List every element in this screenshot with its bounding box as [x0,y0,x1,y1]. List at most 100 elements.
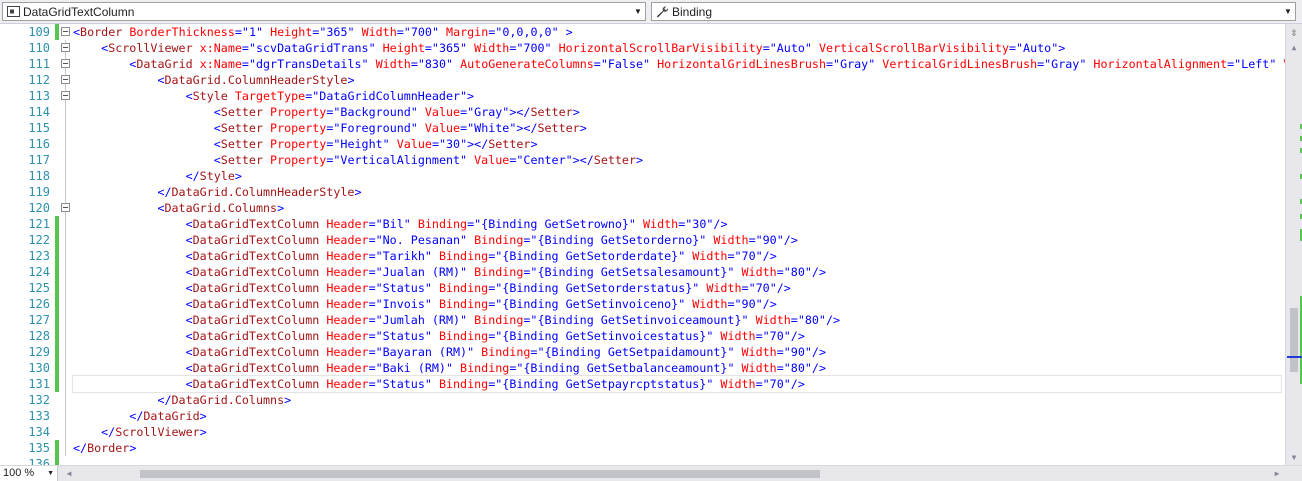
type-selector-dropdown[interactable]: DataGridTextColumn ▼ [2,2,646,21]
zoom-dropdown[interactable]: 100 % ▼ [0,466,58,481]
scroll-down-icon[interactable]: ▼ [1286,451,1302,465]
outline-guide [65,296,66,312]
code-editor[interactable]: 109 <Border BorderThickness="1" Height="3… [0,24,1285,465]
vertical-scrollbar[interactable]: ⇳ ▲ ▼ [1285,24,1302,465]
code-line[interactable]: 131 <DataGridTextColumn Header="Status" … [0,375,1285,393]
split-window-icon[interactable]: ⇳ [1286,24,1302,40]
markup-token: ="No. Pesanan" [368,233,468,247]
zoom-level: 100 % [3,467,35,479]
markup-token: </ [73,441,88,455]
outline-guide [65,440,66,456]
attribute-name-token: Binding [431,249,489,263]
vertical-scroll-thumb[interactable] [1290,308,1298,372]
line-number: 123 [28,249,50,263]
scroll-left-icon[interactable]: ◀ [62,466,76,481]
code-text: </DataGrid.ColumnHeaderStyle> [73,184,361,200]
code-line[interactable]: 113 <Style TargetType="DataGridColumnHea… [0,88,1285,104]
code-line[interactable]: 110 <ScrollViewer x:Name="scvDataGridTra… [0,40,1285,56]
horizontal-scroll-thumb[interactable] [140,470,820,478]
code-line[interactable]: 116 <Setter Property="Height" Value="30"… [0,136,1285,152]
code-text: </DataGrid.Columns> [73,392,291,408]
code-line[interactable]: 124 <DataGridTextColumn Header="Jualan (… [0,264,1285,280]
change-indicator [55,360,59,376]
code-line[interactable]: 111 <DataGrid x:Name="dgrTransDetails" W… [0,56,1285,72]
collapse-icon[interactable] [61,75,70,84]
markup-token: ="Center"></ [509,153,594,167]
code-text: <DataGridTextColumn Header="Jualan (RM)"… [73,264,826,280]
collapse-icon[interactable] [61,203,70,212]
code-line[interactable]: 115 <Setter Property="Foreground" Value=… [0,120,1285,136]
scroll-right-icon[interactable]: ▶ [1270,466,1284,481]
code-line[interactable]: 109 <Border BorderThickness="1" Height="3… [0,24,1285,40]
attribute-name-token: Margin [439,25,489,39]
code-line[interactable]: 121 <DataGridTextColumn Header="Bil" Bin… [0,216,1285,232]
outline-guide [65,312,66,328]
collapse-icon[interactable] [61,91,70,100]
element-name-token: Setter [488,137,531,151]
code-line[interactable]: 122 <DataGridTextColumn Header="No. Pesa… [0,232,1285,248]
code-line[interactable]: 123 <DataGridTextColumn Header="Tarikh" … [0,248,1285,264]
code-line[interactable]: 134 </ScrollViewer> [0,424,1285,440]
code-line[interactable]: 129 <DataGridTextColumn Header="Bayaran … [0,344,1285,360]
collapse-icon[interactable] [61,43,70,52]
code-line[interactable]: 133 </DataGrid> [0,408,1285,424]
markup-token: ="80"/> [776,265,826,279]
attribute-name-token: Binding [467,265,524,279]
outline-guide [65,216,66,232]
markup-token: ="{Binding GetSetpayrcptstatus}" [488,377,714,391]
markup-token: ="White"></ [460,121,538,135]
caret-position-marker [1287,356,1302,358]
markup-token: < [73,297,193,311]
element-name-token: DataGridTextColumn [192,249,320,263]
markup-token: </ [73,409,144,423]
attribute-name-token: Header [319,281,369,295]
markup-token: ="Status" [368,281,432,295]
code-line[interactable]: 135 </Border> [0,440,1285,456]
code-text: <DataGrid.Columns> [73,200,284,216]
code-line[interactable]: 112 <DataGrid.ColumnHeaderStyle> [0,72,1285,88]
member-selector-dropdown[interactable]: Binding ▼ [651,2,1296,21]
code-line[interactable]: 114 <Setter Property="Background" Value=… [0,104,1285,120]
attribute-name-token: Binding [431,377,489,391]
change-indicator [55,328,59,344]
code-line[interactable]: 128 <DataGridTextColumn Header="Status" … [0,328,1285,344]
element-name-token: DataGrid.ColumnHeaderStyle [171,185,355,199]
markup-token: ="Jualan (RM)" [368,265,468,279]
markup-token: ="30"/> [678,217,728,231]
code-line[interactable]: 126 <DataGridTextColumn Header="Invois" … [0,296,1285,312]
class-icon [7,6,20,20]
scroll-up-icon[interactable]: ▲ [1286,41,1302,55]
line-number: 110 [28,41,50,55]
code-line[interactable]: 136 [0,456,1285,465]
collapse-icon[interactable] [61,59,70,68]
markup-token: ="{Binding GetSetinvoicestatus}" [488,329,714,343]
code-line[interactable]: 132 </DataGrid.Columns> [0,392,1285,408]
attribute-name-token: Width [713,329,756,343]
line-number: 119 [28,185,50,199]
line-number: 115 [28,121,50,135]
markup-token: ="Status" [368,329,432,343]
element-name-token: Style [192,89,228,103]
markup-token: < [73,57,137,71]
markup-token: </ [73,393,172,407]
attribute-name-token: Header [319,297,369,311]
attribute-name-token: HorizontalGridLinesBrush [650,57,826,71]
markup-token: < [73,313,193,327]
element-name-token: Border [80,25,123,39]
attribute-name-token: HorizontalAlignment [1086,57,1228,71]
markup-token: > [284,393,292,407]
code-line[interactable]: 120 <DataGrid.Columns> [0,200,1285,216]
markup-token: ="Gray"></ [460,105,531,119]
code-line[interactable]: 117 <Setter Property="VerticalAlignment"… [0,152,1285,168]
code-line[interactable]: 130 <DataGridTextColumn Header="Baki (RM… [0,360,1285,376]
line-number: 135 [28,441,50,455]
collapse-icon[interactable] [61,27,70,36]
markup-token: > [347,73,355,87]
code-line[interactable]: 118 </Style> [0,168,1285,184]
attribute-name-token: Value [417,105,461,119]
element-name-token: Setter [593,153,637,167]
markup-token: ="False" [593,57,651,71]
code-line[interactable]: 127 <DataGridTextColumn Header="Jumlah (… [0,312,1285,328]
code-line[interactable]: 125 <DataGridTextColumn Header="Status" … [0,280,1285,296]
code-line[interactable]: 119 </DataGrid.ColumnHeaderStyle> [0,184,1285,200]
